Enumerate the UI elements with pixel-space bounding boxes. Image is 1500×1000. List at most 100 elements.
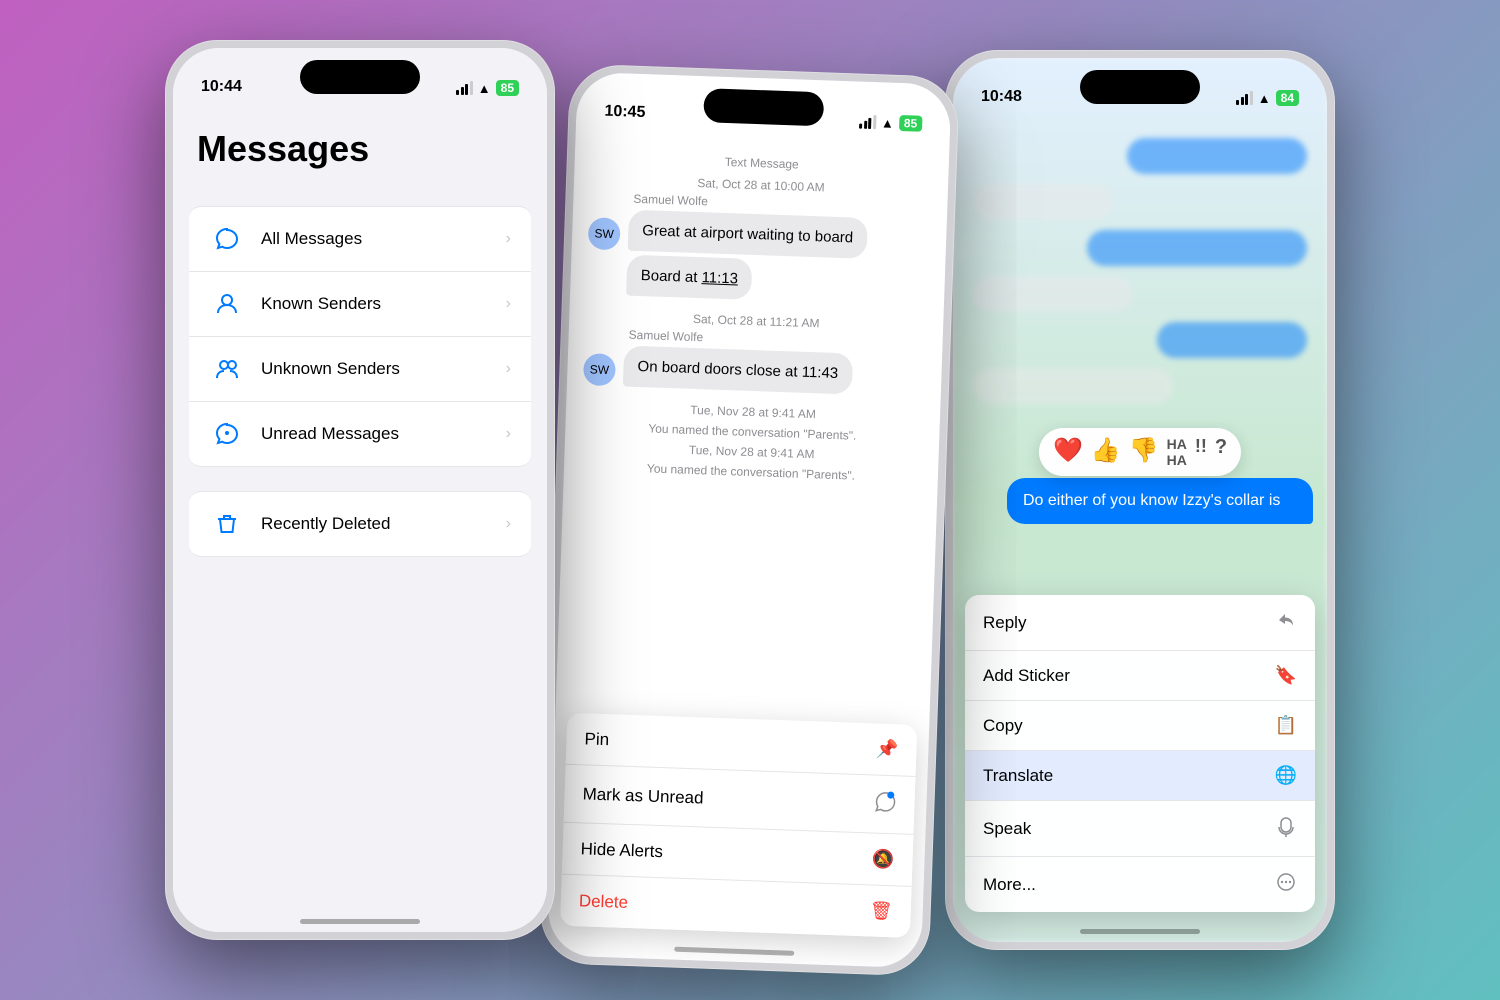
reply-menu-item[interactable]: Reply — [965, 595, 1315, 651]
translate-icon: 🌐 — [1275, 765, 1297, 786]
wifi-icon-3: ▲ — [1258, 91, 1271, 106]
status-icons-1: ▲ 85 — [456, 80, 519, 96]
more-icon — [1275, 871, 1297, 898]
dynamic-island-2 — [703, 88, 824, 126]
all-messages-item[interactable]: All Messages › — [189, 206, 531, 272]
pin-icon: 📌 — [876, 739, 899, 761]
blur-bubble-2 — [973, 184, 1113, 220]
battery-icon-1: 85 — [496, 80, 519, 96]
known-senders-label: Known Senders — [261, 294, 506, 314]
home-indicator-3 — [1080, 929, 1200, 934]
messages-categories: All Messages › Known Senders › — [189, 206, 531, 467]
msg-timestamp-1: Text Message — [591, 150, 933, 176]
unknown-senders-item[interactable]: Unknown Senders › — [189, 337, 531, 402]
time-3: 10:48 — [981, 88, 1022, 106]
mark-unread-label: Mark as Unread — [582, 784, 704, 808]
phone-1-screen: 10:44 ▲ 85 Messages — [173, 48, 547, 932]
reply-label: Reply — [983, 613, 1026, 633]
tapback-exclamation[interactable]: !! — [1195, 436, 1207, 468]
all-messages-label: All Messages — [261, 229, 506, 249]
hide-alerts-icon: 🔕 — [872, 848, 895, 870]
tapback-heart[interactable]: ❤️ — [1053, 436, 1083, 468]
wifi-icon-1: ▲ — [478, 81, 491, 96]
unread-bubble-icon — [214, 421, 240, 447]
recently-deleted-item[interactable]: Recently Deleted › — [189, 491, 531, 557]
phone-3-screen: 10:48 ▲ 84 — [953, 58, 1327, 942]
blur-bubble-6 — [973, 368, 1173, 404]
chevron-icon-2: › — [506, 295, 511, 313]
chat-screen: Text Message Sat, Oct 28 at 10:00 AM Sam… — [547, 72, 952, 969]
sticker-icon: 🔖 — [1275, 665, 1297, 686]
context-menu-2: Pin 📌 Mark as Unread Hide Alerts 🔕 — [560, 713, 917, 938]
time-2: 10:45 — [604, 103, 646, 122]
blur-bubble-3 — [1087, 230, 1307, 266]
dynamic-island-1 — [300, 60, 420, 94]
time-1: 10:44 — [201, 78, 242, 96]
avatar-2: SW — [583, 353, 616, 386]
recently-deleted-label: Recently Deleted — [261, 514, 506, 534]
add-sticker-menu-item[interactable]: Add Sticker 🔖 — [965, 651, 1315, 701]
more-menu-item[interactable]: More... — [965, 857, 1315, 912]
bubble-icon — [214, 226, 240, 252]
unread-msg-icon — [874, 791, 897, 814]
active-message-area: Do either of you know Izzy's collar is — [967, 478, 1313, 524]
blur-bubble-4 — [973, 276, 1133, 312]
mark-unread-icon — [874, 791, 897, 819]
copy-menu-item[interactable]: Copy 📋 — [965, 701, 1315, 751]
translate-label: Translate — [983, 766, 1053, 786]
tapback-bar: ❤️ 👍 👎 HAHA !! ? — [1039, 428, 1241, 476]
delete-icon: 🗑 — [870, 900, 894, 922]
status-icons-3: ▲ 84 — [1236, 90, 1299, 106]
phone-1: 10:44 ▲ 85 Messages — [165, 40, 555, 940]
speak-menu-item[interactable]: Speak — [965, 801, 1315, 857]
person-icon — [214, 291, 240, 317]
tapback-thumbsup[interactable]: 👍 — [1091, 436, 1121, 468]
signal-icon-1 — [456, 81, 473, 95]
translate-menu-item[interactable]: Translate 🌐 — [965, 751, 1315, 801]
more-label: More... — [983, 875, 1036, 895]
tapback-question[interactable]: ? — [1215, 436, 1227, 468]
phone-2-screen: 10:45 ▲ 85 Text Message Sat, Oct 28 at 1… — [547, 72, 952, 969]
msg-row-1: SW Great at airport waiting to board — [588, 208, 931, 261]
msg-row-3: SW On board doors close at 11:43 — [583, 344, 926, 397]
unread-icon — [209, 416, 245, 452]
bubble-received-3: On board doors close at 11:43 — [623, 346, 853, 395]
signal-icon-3 — [1236, 91, 1253, 105]
imessage-bg: ❤️ 👍 👎 HAHA !! ? Do either of you know I… — [953, 58, 1327, 942]
reply-svg-icon — [1275, 609, 1297, 631]
phone-3: 10:48 ▲ 84 — [945, 50, 1335, 950]
reply-icon — [1275, 609, 1297, 636]
known-senders-item[interactable]: Known Senders › — [189, 272, 531, 337]
battery-icon-3: 84 — [1276, 90, 1299, 106]
battery-icon-2: 85 — [899, 115, 923, 132]
wifi-icon-2: ▲ — [881, 115, 894, 130]
phone-2: 10:45 ▲ 85 Text Message Sat, Oct 28 at 1… — [539, 63, 960, 976]
chevron-icon-4: › — [506, 425, 511, 443]
add-sticker-label: Add Sticker — [983, 666, 1070, 686]
delete-label: Delete — [579, 891, 629, 913]
context-menu-3: Reply Add Sticker 🔖 Copy 📋 Tran — [965, 595, 1315, 912]
chat-bubble-area: Text Message Sat, Oct 28 at 10:00 AM Sam… — [563, 126, 950, 508]
hide-alerts-label: Hide Alerts — [580, 839, 663, 862]
recently-deleted-section: Recently Deleted › — [189, 491, 531, 557]
known-senders-icon — [209, 286, 245, 322]
unread-messages-label: Unread Messages — [261, 424, 506, 444]
copy-label: Copy — [983, 716, 1023, 736]
speak-svg-icon — [1275, 815, 1297, 837]
bubble-received-2: Board at 11:13 — [626, 255, 753, 300]
tapback-thumbsdown[interactable]: 👎 — [1129, 436, 1159, 468]
dynamic-island-3 — [1080, 70, 1200, 104]
delete-menu-item[interactable]: Delete 🗑 — [560, 875, 912, 938]
pin-label: Pin — [584, 729, 609, 750]
home-indicator-1 — [300, 919, 420, 924]
avatar-1: SW — [588, 217, 621, 250]
chevron-icon: › — [506, 230, 511, 248]
messages-title: Messages — [197, 128, 523, 170]
blur-bubble-1 — [1127, 138, 1307, 174]
msg-row-2: Board at 11:13 — [626, 255, 929, 307]
unread-messages-item[interactable]: Unread Messages › — [189, 402, 531, 467]
active-bubble: Do either of you know Izzy's collar is — [1007, 478, 1313, 524]
unknown-senders-icon — [209, 351, 245, 387]
tapback-ha[interactable]: HAHA — [1167, 436, 1187, 468]
blurred-messages — [953, 118, 1327, 468]
